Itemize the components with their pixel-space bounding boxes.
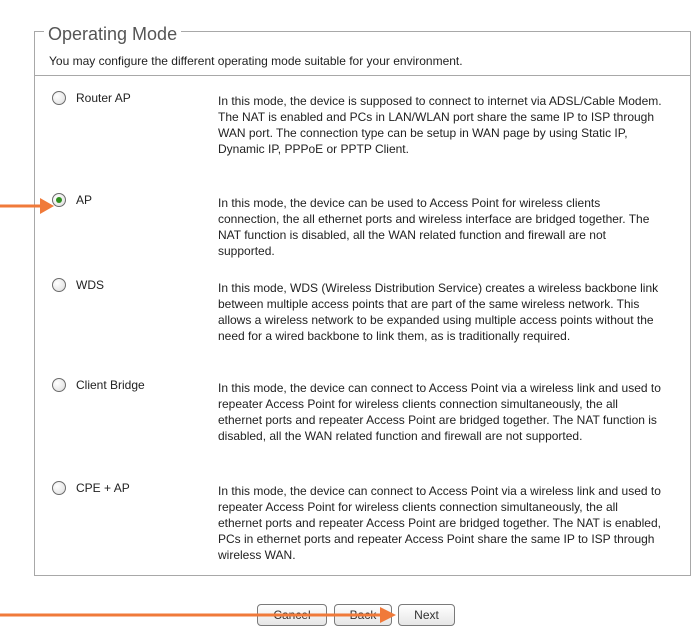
divider bbox=[35, 75, 690, 76]
option-label[interactable]: Client Bridge bbox=[76, 378, 145, 392]
option-label[interactable]: AP bbox=[76, 193, 92, 207]
option-label[interactable]: CPE + AP bbox=[76, 481, 130, 495]
arrow-pointer-icon bbox=[0, 198, 54, 214]
option-label[interactable]: WDS bbox=[76, 278, 104, 292]
option-description: In this mode, the device is supposed to … bbox=[218, 94, 662, 156]
radio-wds[interactable] bbox=[52, 278, 66, 292]
radio-router-ap[interactable] bbox=[52, 91, 66, 105]
section-title: Operating Mode bbox=[44, 22, 182, 46]
option-description: In this mode, the device can connect to … bbox=[218, 381, 661, 443]
option-description: In this mode, WDS (Wireless Distribution… bbox=[218, 281, 659, 343]
radio-cpe-ap[interactable] bbox=[52, 481, 66, 495]
option-description: In this mode, the device can be used to … bbox=[218, 196, 650, 258]
radio-client-bridge[interactable] bbox=[52, 378, 66, 392]
next-button[interactable]: Next bbox=[398, 604, 455, 626]
option-label[interactable]: Router AP bbox=[76, 91, 131, 105]
option-description: In this mode, the device can connect to … bbox=[218, 484, 661, 562]
arrow-pointer-icon bbox=[0, 607, 396, 623]
section-subtitle: You may configure the different operatin… bbox=[49, 54, 463, 68]
